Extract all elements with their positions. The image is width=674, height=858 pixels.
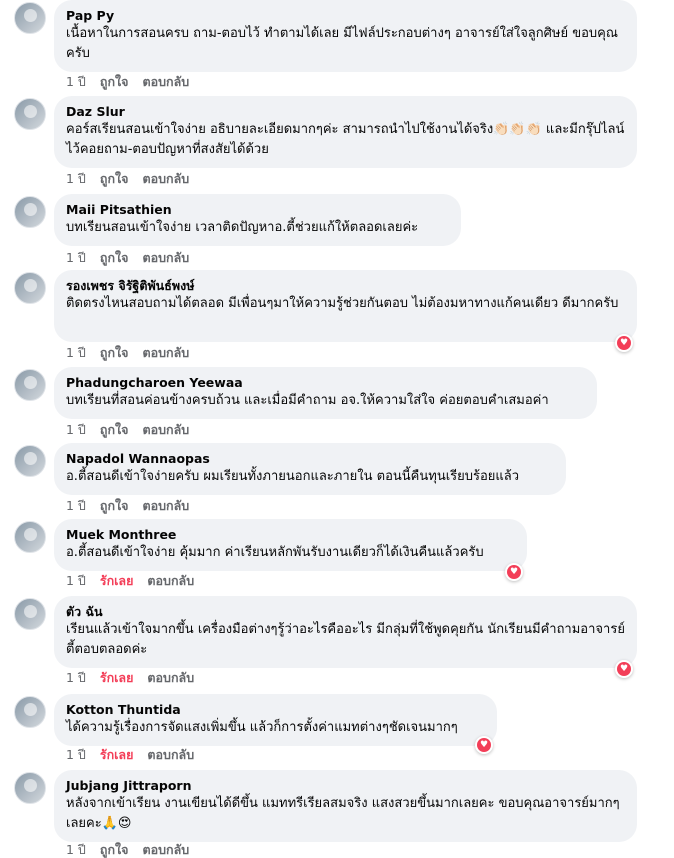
timestamp[interactable]: 1 ปี bbox=[66, 747, 86, 762]
comment-text: เรียนแล้วเข้าใจมากขึ้น เครื่องมือต่างๆรู… bbox=[66, 622, 625, 657]
comment-bubble: Pap Py เนื้อหาในการสอนครบ ถาม-ตอบไว้ ทำต… bbox=[54, 0, 637, 72]
comment-text: ได้ความรู้เรื่องการจัดแสงเพิ่มขึ้น แล้วก… bbox=[66, 720, 458, 735]
commenter-name[interactable]: Maii Pitsathien bbox=[66, 201, 449, 218]
love-button[interactable]: รักเลย bbox=[100, 670, 134, 685]
comment-bubble: ตัว ฉัน เรียนแล้วเข้าใจมากขึ้น เครื่องมื… bbox=[54, 596, 637, 668]
avatar[interactable] bbox=[14, 98, 46, 130]
comment-text: บทเรียนสอนเข้าใจง่าย เวลาติดปัญหาอ.ตี้ช่… bbox=[66, 220, 419, 235]
comment-text: เนื้อหาในการสอนครบ ถาม-ตอบไว้ ทำตามได้เล… bbox=[66, 26, 618, 61]
avatar[interactable] bbox=[14, 2, 46, 34]
commenter-name[interactable]: Kotton Thuntida bbox=[66, 701, 485, 718]
reply-button[interactable]: ตอบกลับ bbox=[142, 345, 189, 360]
reply-button[interactable]: ตอบกลับ bbox=[147, 747, 194, 762]
love-button[interactable]: รักเลย bbox=[100, 747, 134, 762]
avatar[interactable] bbox=[14, 521, 46, 553]
comment-actions: 1 ปี รักเลย ตอบกลับ bbox=[66, 747, 208, 763]
avatar[interactable] bbox=[14, 196, 46, 228]
comment-bubble: Phadungcharoen Yeewaa บทเรียนที่สอนค่อนข… bbox=[54, 367, 597, 419]
commenter-name[interactable]: Jubjang Jittraporn bbox=[66, 777, 625, 794]
like-button[interactable]: ถูกใจ bbox=[100, 250, 129, 265]
like-button[interactable]: ถูกใจ bbox=[100, 498, 129, 513]
like-button[interactable]: ถูกใจ bbox=[100, 842, 129, 857]
heart-reaction-icon: ♥ bbox=[477, 738, 491, 752]
comment-actions: 1 ปี รักเลย ตอบกลับ bbox=[66, 670, 208, 686]
avatar[interactable] bbox=[14, 445, 46, 477]
avatar[interactable] bbox=[14, 598, 46, 630]
comment-actions: 1 ปี ถูกใจ ตอบกลับ bbox=[66, 74, 203, 90]
reply-button[interactable]: ตอบกลับ bbox=[142, 422, 189, 437]
timestamp[interactable]: 1 ปี bbox=[66, 250, 86, 265]
comment-bubble: Jubjang Jittraporn หลังจากเข้าเรียน งานเ… bbox=[54, 770, 637, 842]
comment-bubble: Maii Pitsathien บทเรียนสอนเข้าใจง่าย เวล… bbox=[54, 194, 461, 246]
reaction-badge[interactable]: ♥ bbox=[475, 736, 493, 754]
love-button[interactable]: รักเลย bbox=[100, 573, 134, 588]
timestamp[interactable]: 1 ปี bbox=[66, 345, 86, 360]
commenter-name[interactable]: ตัว ฉัน bbox=[66, 603, 625, 620]
comment-text: คอร์สเรียนสอนเข้าใจง่าย อธิบายละเอียดมาก… bbox=[66, 122, 625, 157]
comment-actions: 1 ปี ถูกใจ ตอบกลับ bbox=[66, 498, 203, 514]
reply-button[interactable]: ตอบกลับ bbox=[142, 842, 189, 857]
like-button[interactable]: ถูกใจ bbox=[100, 74, 129, 89]
commenter-name[interactable]: รองเพชร จิรัฐิติพันธ์พงษ์ bbox=[66, 277, 625, 294]
avatar[interactable] bbox=[14, 696, 46, 728]
comment-text: บทเรียนที่สอนค่อนข้างครบถ้วน และเมื่อมีค… bbox=[66, 393, 549, 408]
timestamp[interactable]: 1 ปี bbox=[66, 842, 86, 857]
like-button[interactable]: ถูกใจ bbox=[100, 171, 129, 186]
comment-actions: 1 ปี รักเลย ตอบกลับ bbox=[66, 573, 208, 589]
like-button[interactable]: ถูกใจ bbox=[100, 345, 129, 360]
comment-actions: 1 ปี ถูกใจ ตอบกลับ bbox=[66, 842, 203, 858]
avatar[interactable] bbox=[14, 272, 46, 304]
comment-text: หลังจากเข้าเรียน งานเขียนได้ดีขึ้น แมททร… bbox=[66, 796, 620, 831]
comment-bubble: Kotton Thuntida ได้ความรู้เรื่องการจัดแส… bbox=[54, 694, 497, 746]
comment-actions: 1 ปี ถูกใจ ตอบกลับ bbox=[66, 171, 203, 187]
reply-button[interactable]: ตอบกลับ bbox=[147, 670, 194, 685]
timestamp[interactable]: 1 ปี bbox=[66, 422, 86, 437]
reply-button[interactable]: ตอบกลับ bbox=[142, 250, 189, 265]
heart-reaction-icon: ♥ bbox=[507, 565, 521, 579]
avatar[interactable] bbox=[14, 772, 46, 804]
timestamp[interactable]: 1 ปี bbox=[66, 573, 86, 588]
comment-actions: 1 ปี ถูกใจ ตอบกลับ bbox=[66, 345, 203, 361]
commenter-name[interactable]: Daz Slur bbox=[66, 103, 625, 120]
reply-button[interactable]: ตอบกลับ bbox=[142, 498, 189, 513]
reply-button[interactable]: ตอบกลับ bbox=[142, 74, 189, 89]
comment-text: อ.ตี้สอนดีเข้าใจง่าย คุ้มมาก ค่าเรียนหลั… bbox=[66, 545, 484, 560]
reply-button[interactable]: ตอบกลับ bbox=[147, 573, 194, 588]
timestamp[interactable]: 1 ปี bbox=[66, 498, 86, 513]
commenter-name[interactable]: Napadol Wannaopas bbox=[66, 450, 554, 467]
reaction-badge[interactable]: ♥ bbox=[615, 660, 633, 678]
comment-actions: 1 ปี ถูกใจ ตอบกลับ bbox=[66, 422, 203, 438]
timestamp[interactable]: 1 ปี bbox=[66, 171, 86, 186]
reply-button[interactable]: ตอบกลับ bbox=[142, 171, 189, 186]
reaction-badge[interactable]: ♥ bbox=[615, 334, 633, 352]
reaction-badge[interactable]: ♥ bbox=[505, 563, 523, 581]
comment-bubble: Napadol Wannaopas อ.ตี้สอนดีเข้าใจง่ายคร… bbox=[54, 443, 566, 495]
comment-bubble: Daz Slur คอร์สเรียนสอนเข้าใจง่าย อธิบายล… bbox=[54, 96, 637, 168]
comment-text: ติดตรงไหนสอบถามได้ตลอด มีเพื่อนๆมาให้ควา… bbox=[66, 296, 619, 311]
like-button[interactable]: ถูกใจ bbox=[100, 422, 129, 437]
timestamp[interactable]: 1 ปี bbox=[66, 670, 86, 685]
heart-reaction-icon: ♥ bbox=[617, 336, 631, 350]
comment-text: อ.ตี้สอนดีเข้าใจง่ายครับ ผมเรียนทั้งภายน… bbox=[66, 469, 520, 484]
commenter-name[interactable]: Pap Py bbox=[66, 7, 625, 24]
comment-actions: 1 ปี ถูกใจ ตอบกลับ bbox=[66, 250, 203, 266]
comment-bubble: Muek Monthree อ.ตี้สอนดีเข้าใจง่าย คุ้มม… bbox=[54, 519, 527, 571]
timestamp[interactable]: 1 ปี bbox=[66, 74, 86, 89]
heart-reaction-icon: ♥ bbox=[617, 662, 631, 676]
avatar[interactable] bbox=[14, 369, 46, 401]
comment-bubble: รองเพชร จิรัฐิติพันธ์พงษ์ ติดตรงไหนสอบถา… bbox=[54, 270, 637, 342]
commenter-name[interactable]: Phadungcharoen Yeewaa bbox=[66, 374, 585, 391]
commenter-name[interactable]: Muek Monthree bbox=[66, 526, 515, 543]
